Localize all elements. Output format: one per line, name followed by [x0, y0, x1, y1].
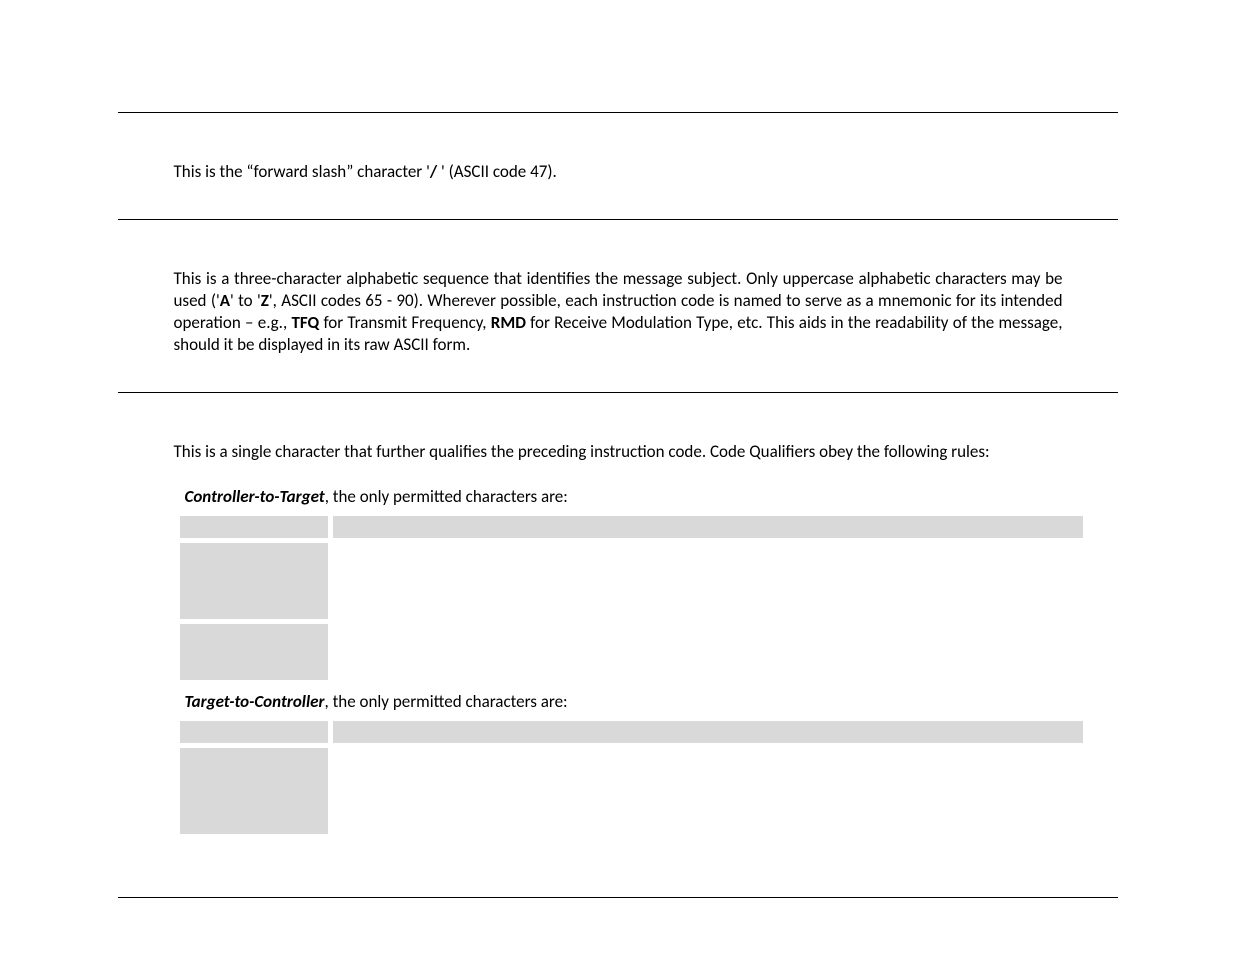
cq-rule-ttoc: Target-to-Controller, the only permitted… — [118, 685, 1118, 716]
table-cell-desc — [333, 721, 1083, 743]
ic-A: A — [220, 290, 230, 311]
cq-lead: This is a single character that further … — [118, 441, 1118, 479]
ic-RMD: RMD — [491, 312, 526, 333]
table-cell-blank — [333, 543, 1083, 619]
table-row — [180, 543, 1083, 619]
table-row — [180, 721, 1083, 743]
ic-Z: Z — [261, 290, 269, 311]
fs-pre: This is the “forward slash” character ' — [174, 161, 430, 182]
table-row — [180, 624, 1083, 680]
table-cell-code — [180, 748, 328, 834]
table-row — [180, 516, 1083, 538]
section-instruction-code: This is a three-character alphabetic seq… — [118, 220, 1118, 392]
fs-post: ' (ASCII code 47). — [437, 161, 557, 182]
table-row — [180, 748, 1083, 834]
table-cell-blank — [333, 748, 1083, 834]
table-cell-code — [180, 721, 328, 743]
cq-rule-ctot-rest: , the only permitted characters are: — [325, 486, 568, 507]
table-cell-blank — [333, 624, 1083, 680]
table-cell-code — [180, 543, 328, 619]
table-cell-desc — [333, 516, 1083, 538]
table-cell-code — [180, 516, 328, 538]
table-cell-code — [180, 624, 328, 680]
cq-table-1 — [175, 511, 1088, 685]
section-forward-slash: This is the “forward slash” character '/… — [118, 113, 1118, 219]
cq-rule-ttoc-rest: , the only permitted characters are: — [324, 691, 567, 712]
cq-table-2 — [175, 716, 1088, 839]
ic-t2: ' to ' — [230, 290, 261, 311]
cq-rule-ctot-bold: Controller-to-Target — [185, 486, 325, 507]
section-code-qualifier: This is a single character that further … — [118, 393, 1118, 886]
cq-rule-ttoc-bold: Target-to-Controller — [185, 691, 325, 712]
ic-t4: for Transmit Frequency, — [319, 312, 491, 333]
ic-TFQ: TFQ — [291, 312, 319, 333]
cq-rule-ctot: Controller-to-Target, the only permitted… — [118, 480, 1118, 511]
divider-bottom — [118, 897, 1118, 898]
